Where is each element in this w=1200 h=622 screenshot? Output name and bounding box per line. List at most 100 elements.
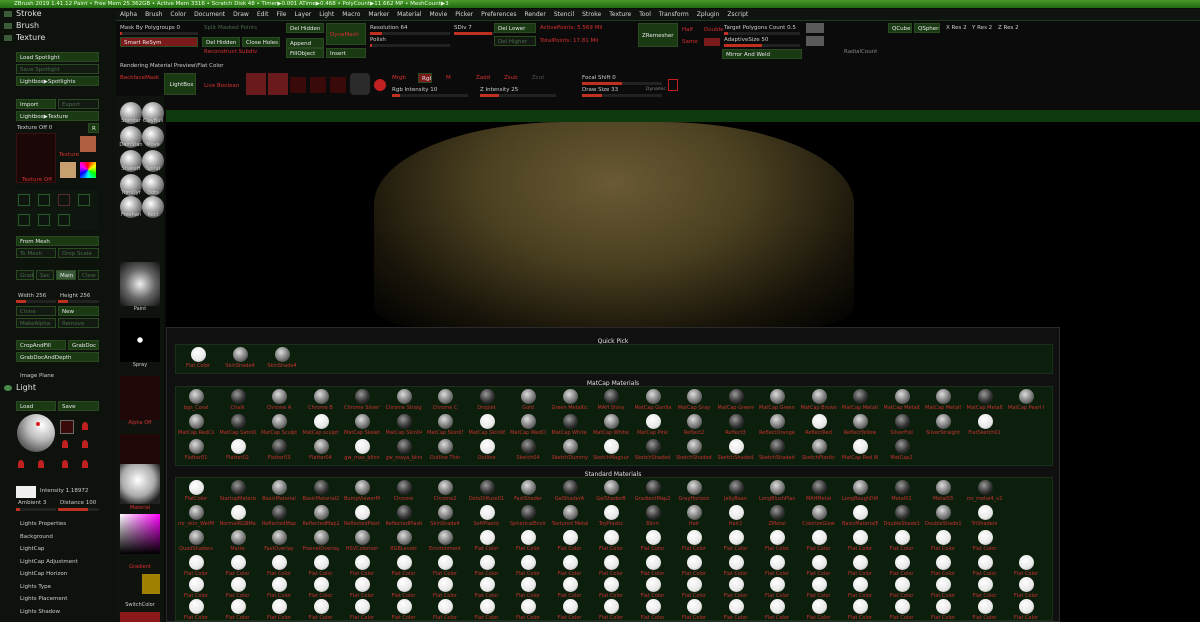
material-slot[interactable]: Reflect3	[722, 414, 750, 436]
material-slot[interactable]: MatCap Gray	[678, 389, 710, 411]
material-slot[interactable]: Metal03	[929, 480, 957, 502]
material-slot[interactable]: Outline	[473, 439, 501, 461]
mask-by-polygroups[interactable]: Mask By Polygroups 0	[120, 25, 180, 31]
material-slot[interactable]: Flat Color	[514, 530, 542, 552]
material-slot[interactable]: ReflectOrange	[759, 414, 795, 436]
smart-resym-button[interactable]: Smart ReSym	[120, 37, 198, 47]
material-slot[interactable]: Flat Color	[639, 555, 667, 577]
lightbox-spotlights-button[interactable]: Lightbox▶Spotlights	[16, 76, 99, 86]
material-slot[interactable]: Flat Color	[639, 530, 667, 552]
draw-mode-icon[interactable]	[268, 73, 288, 95]
ambient-track[interactable]	[16, 508, 56, 511]
load-spotlight-button[interactable]: Load Spotlight	[16, 52, 99, 62]
material-slot[interactable]: Flat Color	[224, 577, 252, 599]
palette-texture[interactable]: Texture	[0, 32, 116, 44]
bulb-icon[interactable]	[18, 460, 24, 468]
material-slot[interactable]: Flat Color	[929, 577, 957, 599]
material-slot[interactable]: MatCap Pink	[637, 414, 668, 436]
material-slot[interactable]: MatCap Metal01	[842, 389, 878, 411]
material-slot[interactable]: Flat Color	[473, 599, 501, 621]
material-slot[interactable]: SketchDummy	[552, 439, 588, 461]
light-subpalette-item[interactable]: Lights Properties	[20, 521, 66, 527]
material-slot[interactable]: BasicMaterialB	[842, 505, 878, 527]
material-slot[interactable]: Flat Color	[307, 555, 335, 577]
material-slot[interactable]: NormalRGBMat	[220, 505, 256, 527]
material-slot[interactable]: Flatter02	[224, 439, 252, 461]
material-slot[interactable]: gw_max_blinn	[344, 439, 380, 461]
material-slot[interactable]: GradientMap2	[635, 480, 670, 502]
material-slot[interactable]: Flat Color	[182, 577, 210, 599]
material-slot[interactable]: Metal01	[888, 480, 916, 502]
double-button[interactable]: Double	[704, 27, 724, 33]
alpha-thumb[interactable]	[120, 376, 160, 420]
menu-preferences[interactable]: Preferences	[481, 11, 516, 18]
z-intensity-track[interactable]	[480, 94, 556, 97]
menu-layer[interactable]: Layer	[295, 11, 312, 18]
material-slot[interactable]: MAH Shiny	[597, 389, 625, 411]
material-slot[interactable]: MatCap Skin06	[469, 414, 505, 436]
edit-mode-icon[interactable]	[246, 73, 266, 95]
material-slot[interactable]: BasicMaterial2	[303, 480, 339, 502]
material-slot[interactable]: Flat Color	[639, 577, 667, 599]
light-subpalette-item[interactable]: LightCap Adjustment	[20, 559, 78, 565]
light-subpalette-item[interactable]: LightCap	[20, 546, 44, 552]
material-slot[interactable]: Gold	[514, 389, 542, 411]
remove-button[interactable]: Remove	[58, 318, 99, 328]
height-slider[interactable]: Height 256	[60, 293, 90, 299]
material-slot[interactable]: MatCap Metal03	[925, 389, 961, 411]
material-slot[interactable]: SoftPlastic	[473, 505, 501, 527]
material-slot[interactable]: MAHMetal	[805, 480, 833, 502]
adaptive-size-slider[interactable]: AdaptiveSize 50	[724, 37, 768, 43]
material-slot[interactable]: Flat Color	[514, 555, 542, 577]
material-slot[interactable]: Flat Color	[722, 577, 750, 599]
color-picker[interactable]	[120, 514, 160, 554]
flip-v-icon[interactable]	[38, 194, 50, 206]
light-load-button[interactable]: Load	[16, 401, 56, 411]
material-slot[interactable]: ToyPlastic	[597, 505, 625, 527]
material-slot[interactable]: Flat Color	[597, 577, 625, 599]
material-slot[interactable]: MatCap GreenClay	[718, 389, 754, 411]
material-slot[interactable]: bgs_Coral	[182, 389, 210, 411]
light-subpalette-item[interactable]: Background	[20, 534, 53, 540]
target-polygons-track[interactable]	[724, 32, 800, 35]
material-slot[interactable]: HSVColorizer	[346, 530, 378, 552]
half-button[interactable]: Half	[682, 27, 693, 33]
material-slot[interactable]: Flat Color	[265, 599, 293, 621]
material-slot[interactable]: Flat Color	[805, 530, 833, 552]
material-slot[interactable]: Flat Color	[473, 530, 501, 552]
del-hidden-button[interactable]: Del Hidden	[202, 37, 240, 47]
secondary-color-swatch[interactable]	[142, 574, 160, 594]
material-slot[interactable]: Flat Color	[182, 555, 210, 577]
texture-thumb-2[interactable]	[60, 162, 76, 178]
material-slot[interactable]: Flat Color	[722, 530, 750, 552]
yres-slider[interactable]: Y Res 2	[972, 25, 992, 31]
material-slot[interactable]: MatCap WedClay	[510, 414, 546, 436]
palette-brush[interactable]: Brush	[0, 20, 116, 32]
material-slot[interactable]: MatCap Skin04	[386, 414, 422, 436]
material-slot[interactable]: MatCap RedClay	[178, 414, 214, 436]
material-slot[interactable]: StartupMaterial	[220, 480, 256, 502]
material-slot[interactable]: MatCap Skin05	[427, 414, 463, 436]
material-slot[interactable]: Flat Color	[888, 599, 916, 621]
distance-slider[interactable]: Distance 100	[60, 500, 96, 506]
material-slot[interactable]: Flat Color	[390, 555, 418, 577]
material-slot[interactable]: ReflectedMap	[262, 505, 296, 527]
material-slot[interactable]: Flat Color	[390, 599, 418, 621]
from-mesh-button[interactable]: From Mesh	[16, 236, 99, 246]
material-slot[interactable]: Flat Color	[556, 555, 584, 577]
material-slot[interactable]: Flat Color	[846, 577, 874, 599]
split-masked-points[interactable]: Split Masked Points	[204, 25, 257, 31]
invert-icon[interactable]	[78, 194, 90, 206]
material-slot[interactable]: GelShaderB	[596, 480, 626, 502]
material-slot[interactable]: MatCap Skeleton	[344, 414, 380, 436]
material-slot[interactable]: Flat Color	[597, 599, 625, 621]
mirror-and-weld-button[interactable]: Mirror And Weld	[722, 49, 802, 59]
light-subpalette-item[interactable]: Lights Placement	[20, 596, 67, 602]
material-slot[interactable]: MatCap Metal02	[884, 389, 920, 411]
material-slot[interactable]: ReflectedPlasticB	[386, 505, 422, 527]
rgb-intensity-track[interactable]	[392, 94, 468, 97]
menu-tool[interactable]: Tool	[639, 11, 651, 18]
color-mode-icon[interactable]	[374, 79, 386, 91]
material-slot[interactable]: Flat Color	[971, 530, 999, 552]
menu-edit[interactable]: Edit	[257, 11, 269, 18]
